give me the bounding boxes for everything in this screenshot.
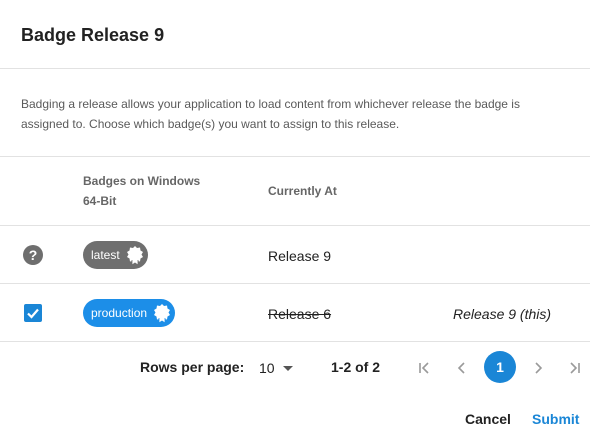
page-range: 1-2 of 2	[331, 359, 381, 375]
help-icon[interactable]: ?	[23, 245, 43, 265]
chevron-right-icon	[535, 362, 543, 374]
caret-down-icon	[282, 365, 293, 371]
divider	[0, 156, 590, 157]
first-page-icon	[419, 362, 429, 374]
new-release-value: Release 9 (this)	[453, 306, 552, 322]
badge-latest: latest	[83, 241, 148, 269]
last-page-icon	[570, 362, 580, 374]
dialog-description: Badging a release allows your applicatio…	[21, 97, 520, 131]
divider	[0, 68, 590, 69]
award-seal-icon	[126, 246, 143, 265]
chevron-left-icon	[457, 362, 465, 374]
award-seal-icon	[154, 304, 171, 323]
submit-button[interactable]: Submit	[532, 411, 579, 427]
next-page-button[interactable]	[525, 355, 551, 381]
last-page-button[interactable]	[562, 355, 588, 381]
cancel-button[interactable]: Cancel	[465, 411, 511, 427]
currently-at-value: Release 9	[268, 248, 332, 264]
column-header-badges: Badges on Windows 64-Bit	[83, 171, 200, 211]
rows-per-page-value: 10	[259, 360, 275, 376]
column-header-badges-line2: 64-Bit	[83, 194, 117, 208]
divider	[0, 225, 590, 226]
checkmark-icon	[27, 308, 39, 319]
divider	[0, 283, 590, 284]
badge-label: production	[91, 306, 148, 320]
currently-at-value: Release 6	[268, 306, 332, 322]
row-checkbox[interactable]	[24, 304, 42, 322]
rows-per-page-select[interactable]: 10	[259, 357, 299, 379]
dialog-title: Badge Release 9	[21, 25, 165, 45]
page-button-current[interactable]: 1	[484, 351, 516, 383]
badge-label: latest	[91, 248, 120, 262]
rows-per-page-label: Rows per page:	[140, 359, 245, 375]
column-header-badges-line1: Badges on Windows	[83, 174, 201, 188]
column-header-currently-at: Currently At	[268, 184, 337, 198]
prev-page-button[interactable]	[449, 355, 475, 381]
divider	[0, 341, 590, 342]
badge-production: production	[83, 299, 176, 327]
first-page-button[interactable]	[411, 355, 437, 381]
